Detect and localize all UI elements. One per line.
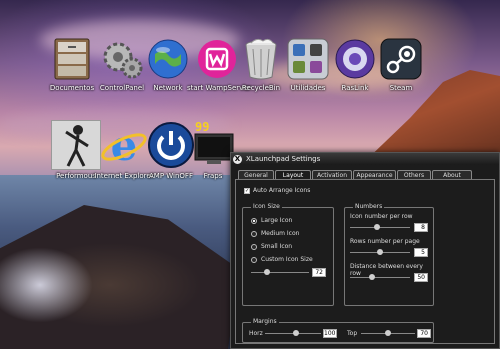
horz-slider[interactable] — [265, 330, 321, 337]
window-title: XLaunchpad Settings — [246, 155, 321, 163]
desktop-icon-steam[interactable]: Steam — [371, 36, 431, 92]
radio-button[interactable] — [251, 217, 257, 224]
auto-arrange-checkbox[interactable]: ✓ Auto Arrange Icons — [244, 187, 310, 194]
radio-large-icon[interactable]: Large Icon — [251, 217, 292, 224]
slider-track — [350, 277, 410, 278]
distance-input[interactable]: 50 — [414, 273, 428, 282]
steam-icon — [378, 36, 424, 82]
numbers-group: Numbers Icon number per row 8 Rows numbe… — [344, 203, 434, 306]
settings-window: X XLaunchpad Settings General Layout Act… — [230, 152, 500, 349]
distance-slider[interactable] — [350, 274, 410, 281]
slider-knob[interactable] — [369, 274, 375, 280]
radio-medium-icon[interactable]: Medium Icon — [251, 230, 299, 237]
checkbox[interactable]: ✓ — [244, 187, 250, 194]
per-row-input[interactable]: 8 — [414, 223, 428, 232]
icon-label: Steam — [389, 84, 413, 92]
checkbox-label: Auto Arrange Icons — [253, 187, 311, 194]
group-legend: Icon Size — [251, 203, 282, 210]
window-titlebar[interactable]: X XLaunchpad Settings — [231, 153, 499, 165]
custom-size-slider[interactable] — [251, 269, 309, 276]
radio-small-icon[interactable]: Small Icon — [251, 243, 292, 250]
top-label: Top — [347, 330, 358, 337]
fraps-badge: 99 — [195, 120, 210, 134]
wave-foam — [0, 225, 130, 325]
close-icon[interactable]: X — [233, 154, 242, 164]
per-page-label: Rows number per page — [350, 238, 420, 245]
radio-button[interactable] — [251, 256, 257, 263]
slider-track — [350, 227, 410, 228]
svg-text:e: e — [111, 121, 138, 170]
radio-label: Custom Icon Size — [261, 256, 313, 263]
per-row-label: Icon number per row — [350, 213, 413, 220]
per-row-slider[interactable] — [350, 224, 410, 231]
per-page-input[interactable]: 5 — [414, 248, 428, 257]
group-legend: Margins — [251, 318, 279, 325]
radio-label: Large Icon — [261, 217, 293, 224]
radio-label: Medium Icon — [261, 230, 300, 237]
slider-track — [251, 272, 309, 273]
top-slider[interactable] — [361, 330, 415, 337]
drawer-icon — [49, 36, 95, 82]
slider-knob[interactable] — [293, 330, 299, 336]
horz-input[interactable]: 100 — [323, 329, 337, 338]
radio-button[interactable] — [251, 243, 257, 250]
slider-knob[interactable] — [377, 249, 383, 255]
per-page-slider[interactable] — [350, 249, 410, 256]
layout-panel: ✓ Auto Arrange Icons Icon Size Large Ico… — [235, 179, 495, 344]
radio-custom-icon-size[interactable]: Custom Icon Size — [251, 256, 313, 263]
horz-label: Horz — [249, 330, 263, 337]
margins-group: Margins Horz 100 Top 70 — [242, 318, 434, 343]
group-legend: Numbers — [353, 203, 385, 210]
radio-button[interactable] — [251, 230, 257, 237]
icon-size-group: Icon Size Large Icon Medium Icon Small I… — [242, 203, 334, 306]
slider-knob[interactable] — [374, 224, 380, 230]
slider-knob[interactable] — [385, 330, 391, 336]
globe-icon — [145, 36, 191, 82]
custom-size-input[interactable]: 72 — [312, 268, 326, 277]
top-input[interactable]: 70 — [417, 329, 431, 338]
slider-knob[interactable] — [264, 269, 270, 275]
radio-label: Small Icon — [261, 243, 293, 250]
